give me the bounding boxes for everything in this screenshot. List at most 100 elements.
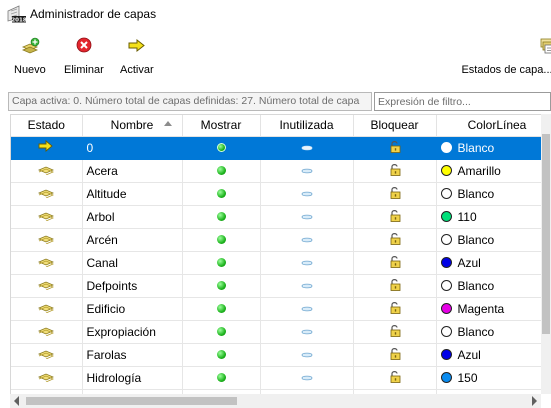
layer-color-cell[interactable]: 150 xyxy=(436,366,551,390)
layer-color-cell[interactable]: Azul xyxy=(436,343,551,367)
layer-color-cell[interactable]: Magenta xyxy=(436,297,551,321)
layer-icon xyxy=(38,371,55,385)
layer-row[interactable]: Arbol 110 xyxy=(11,205,551,229)
layer-states-icon xyxy=(538,36,551,56)
layer-state-cell[interactable] xyxy=(11,159,83,183)
layer-row[interactable]: Edificio Magenta xyxy=(11,297,551,321)
layer-name[interactable]: Hidrología xyxy=(82,366,183,390)
layer-name[interactable]: Expropiación xyxy=(82,320,183,344)
layer-color-cell[interactable]: Blanco xyxy=(436,228,551,252)
layer-row[interactable]: Altitude Blanco xyxy=(11,182,551,206)
vertical-scroll-thumb[interactable] xyxy=(542,134,550,334)
layer-name[interactable]: Acera xyxy=(82,159,183,183)
layer-color-cell[interactable]: Blanco xyxy=(436,320,551,344)
layer-lock-cell[interactable] xyxy=(353,343,437,367)
layer-on-cell[interactable] xyxy=(182,320,261,344)
scroll-left-arrow-icon[interactable] xyxy=(14,396,19,406)
layer-lock-cell[interactable] xyxy=(353,366,437,390)
layer-state-cell[interactable] xyxy=(11,343,83,367)
layer-state-cell[interactable] xyxy=(11,320,83,344)
layer-on-cell[interactable] xyxy=(182,159,261,183)
layer-lock-cell[interactable] xyxy=(353,182,437,206)
layer-lock-cell[interactable] xyxy=(353,205,437,229)
column-header-inutilizada[interactable]: Inutilizada xyxy=(260,115,354,137)
horizontal-scroll-thumb[interactable] xyxy=(26,397,237,405)
layer-state-cell[interactable] xyxy=(11,136,83,160)
vertical-scrollbar[interactable] xyxy=(541,114,551,394)
layer-name[interactable]: Arcén xyxy=(82,228,183,252)
layer-name[interactable]: Canal xyxy=(82,251,183,275)
column-header-colorlinea[interactable]: ColorLínea xyxy=(436,115,551,137)
layer-color-cell[interactable]: Blanco xyxy=(436,136,551,160)
layer-state-cell[interactable] xyxy=(11,366,83,390)
layer-freeze-cell[interactable] xyxy=(260,159,354,183)
layer-grid[interactable]: Estado Nombre Mostrar Inutilizada Bloque… xyxy=(10,114,551,394)
layer-name[interactable]: Edificio xyxy=(82,297,183,321)
layer-state-cell[interactable] xyxy=(11,228,83,252)
layer-row[interactable]: Acera Amarillo xyxy=(11,159,551,183)
layer-freeze-cell[interactable] xyxy=(260,320,354,344)
layer-on-cell[interactable] xyxy=(182,274,261,298)
scroll-right-arrow-icon[interactable] xyxy=(532,396,537,406)
layer-row[interactable]: 0 Blanco xyxy=(11,136,551,160)
layer-freeze-cell[interactable] xyxy=(260,274,354,298)
layer-color-cell[interactable]: Azul xyxy=(436,251,551,275)
layer-freeze-cell[interactable] xyxy=(260,297,354,321)
layer-color-cell[interactable]: Amarillo xyxy=(436,159,551,183)
layer-freeze-cell[interactable] xyxy=(260,182,354,206)
layer-lock-cell[interactable] xyxy=(353,136,437,160)
layer-row[interactable]: Expropiación Blanco xyxy=(11,320,551,344)
column-header-bloquear[interactable]: Bloquear xyxy=(353,115,437,137)
column-header-estado[interactable]: Estado xyxy=(11,115,83,137)
layer-on-cell[interactable] xyxy=(182,182,261,206)
layer-state-cell[interactable] xyxy=(11,274,83,298)
layer-color-cell[interactable]: Blanco xyxy=(436,182,551,206)
new-layer-button[interactable]: Nuevo xyxy=(14,36,46,76)
color-name: Blanco xyxy=(457,232,495,247)
layer-row[interactable]: Defpoints Blanco xyxy=(11,274,551,298)
column-header-mostrar[interactable]: Mostrar xyxy=(182,115,261,137)
layer-lock-cell[interactable] xyxy=(353,297,437,321)
filter-expression-input[interactable] xyxy=(374,92,551,111)
layer-lock-cell[interactable] xyxy=(353,274,437,298)
layer-lock-cell[interactable] xyxy=(353,320,437,344)
layer-lock-cell[interactable] xyxy=(353,228,437,252)
activate-layer-button[interactable]: Activar xyxy=(120,36,154,76)
layer-row[interactable]: Canal Azul xyxy=(11,251,551,275)
layer-color-cell[interactable]: 110 xyxy=(436,205,551,229)
layer-color-cell[interactable]: Blanco xyxy=(436,274,551,298)
layer-freeze-cell[interactable] xyxy=(260,366,354,390)
layer-freeze-cell[interactable] xyxy=(260,205,354,229)
layer-state-cell[interactable] xyxy=(11,182,83,206)
layer-on-cell[interactable] xyxy=(182,297,261,321)
layer-freeze-cell[interactable] xyxy=(260,251,354,275)
layer-on-cell[interactable] xyxy=(182,228,261,252)
layer-freeze-cell[interactable] xyxy=(260,136,354,160)
layer-name[interactable]: Altitude xyxy=(82,182,183,206)
layer-on-cell[interactable] xyxy=(182,343,261,367)
unlocked-padlock-icon xyxy=(389,140,401,156)
layer-row[interactable]: Farolas Azul xyxy=(11,343,551,367)
layer-lock-cell[interactable] xyxy=(353,251,437,275)
layer-state-cell[interactable] xyxy=(11,251,83,275)
layer-lock-cell[interactable] xyxy=(353,159,437,183)
delete-layer-button[interactable]: Eliminar xyxy=(64,36,104,76)
layer-states-button[interactable]: Estados de capa... xyxy=(456,36,551,76)
layer-row[interactable]: Hidrología 150 xyxy=(11,366,551,390)
layer-name[interactable]: Farolas xyxy=(82,343,183,367)
layer-on-cell[interactable] xyxy=(182,136,261,160)
horizontal-scrollbar[interactable] xyxy=(10,394,541,408)
layer-freeze-cell[interactable] xyxy=(260,343,354,367)
layer-on-cell[interactable] xyxy=(182,366,261,390)
layer-on-cell[interactable] xyxy=(182,251,261,275)
layer-row[interactable]: Arcén Blanco xyxy=(11,228,551,252)
layer-on-cell[interactable] xyxy=(182,205,261,229)
color-swatch xyxy=(440,233,452,245)
layer-state-cell[interactable] xyxy=(11,205,83,229)
layer-freeze-cell[interactable] xyxy=(260,228,354,252)
layer-name[interactable]: Arbol xyxy=(82,205,183,229)
layer-name[interactable]: Defpoints xyxy=(82,274,183,298)
layer-name[interactable]: 0 xyxy=(82,136,183,160)
column-header-nombre[interactable]: Nombre xyxy=(82,115,183,137)
layer-state-cell[interactable] xyxy=(11,297,83,321)
